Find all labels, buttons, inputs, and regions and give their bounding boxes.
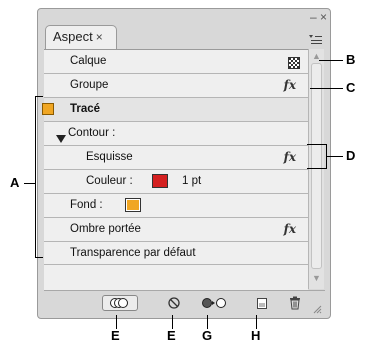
- add-new-effect-circles-icon[interactable]: [102, 295, 138, 311]
- panel-titlebar: – × Aspect ×: [38, 9, 330, 49]
- callout-a-label: A: [10, 175, 20, 190]
- callout-d-leader: [327, 156, 343, 157]
- fx-icon[interactable]: fx: [284, 146, 296, 169]
- callout-h-line: [256, 315, 257, 329]
- row-trace[interactable]: Tracé: [42, 98, 308, 122]
- trash-icon[interactable]: [288, 295, 302, 311]
- callout-c-line: [310, 88, 343, 89]
- callout-a-leader: [24, 183, 35, 184]
- stroke-color-swatch[interactable]: [152, 174, 168, 188]
- scrollbar-thumb[interactable]: [311, 63, 322, 269]
- duplicate-effect-icon[interactable]: [200, 295, 228, 311]
- callout-e2-label: E: [167, 328, 176, 343]
- callout-c-label: C: [346, 80, 356, 95]
- resize-grip-icon[interactable]: [312, 301, 322, 317]
- row-transparence-label: Transparence par défaut: [70, 247, 196, 259]
- aspect-panel: – × Aspect × Calque Groupe fx Tracé Cont…: [37, 8, 331, 319]
- row-contour[interactable]: Contour :: [44, 122, 308, 146]
- tab-close-icon[interactable]: ×: [96, 30, 103, 44]
- appearance-list: Calque Groupe fx Tracé Contour: Esquiss…: [42, 49, 308, 290]
- tab-aspect[interactable]: Aspect ×: [45, 25, 117, 49]
- stroke-weight-value: 1 pt: [182, 175, 202, 187]
- callout-a-bracket: [35, 96, 36, 258]
- panel-menu-icon[interactable]: [308, 33, 322, 45]
- callout-a-bracket-bottom: [35, 257, 43, 258]
- row-couleur[interactable]: Couleur : 1 pt: [44, 170, 308, 194]
- row-transparence[interactable]: Transparence par défaut: [44, 242, 308, 265]
- new-item-icon[interactable]: [255, 295, 269, 311]
- callout-g-line: [207, 315, 208, 329]
- panel-bottom-toolbar: [44, 290, 325, 315]
- tab-aspect-label: Aspect: [53, 29, 93, 44]
- row-ombre-label: Ombre portée: [70, 223, 141, 235]
- row-esquisse[interactable]: Esquisse fx: [44, 146, 308, 170]
- callout-d-label: D: [346, 148, 356, 163]
- row-calque[interactable]: Calque: [44, 50, 308, 74]
- callout-e1-line: [116, 315, 117, 329]
- row-ombre-portee[interactable]: Ombre portée fx: [44, 218, 308, 242]
- fx-icon[interactable]: fx: [284, 218, 296, 241]
- fill-color-swatch[interactable]: [125, 198, 141, 212]
- clear-appearance-icon[interactable]: [166, 295, 182, 311]
- callout-e1-label: E: [111, 328, 120, 343]
- row-couleur-label: Couleur :: [86, 175, 133, 187]
- callout-g-label: G: [202, 328, 213, 343]
- row-groupe[interactable]: Groupe fx: [44, 74, 308, 98]
- selected-marker-icon: [42, 103, 54, 115]
- callout-d-bracket-bottom: [307, 168, 327, 169]
- close-panel-button[interactable]: ×: [320, 11, 327, 23]
- callout-h-label: H: [251, 328, 261, 343]
- scrollbar[interactable]: ▲ ▼: [308, 49, 324, 289]
- row-esquisse-label: Esquisse: [86, 151, 133, 163]
- row-contour-label: Contour :: [68, 127, 116, 139]
- checker-icon[interactable]: [288, 55, 300, 69]
- minimize-button[interactable]: –: [310, 11, 317, 23]
- row-calque-label: Calque: [70, 55, 107, 67]
- callout-b-line: [319, 60, 343, 61]
- row-fond-label: Fond :: [70, 199, 103, 211]
- callout-a-bracket-top: [35, 96, 43, 97]
- row-groupe-label: Groupe: [70, 79, 109, 91]
- callout-b-label: B: [346, 52, 356, 67]
- row-trace-label: Tracé: [70, 103, 101, 115]
- row-fond[interactable]: Fond :: [44, 194, 308, 218]
- scroll-down-icon[interactable]: ▼: [312, 273, 321, 283]
- fx-icon[interactable]: fx: [284, 74, 296, 97]
- callout-d-bracket-top: [307, 144, 327, 145]
- callout-e2-line: [172, 315, 173, 329]
